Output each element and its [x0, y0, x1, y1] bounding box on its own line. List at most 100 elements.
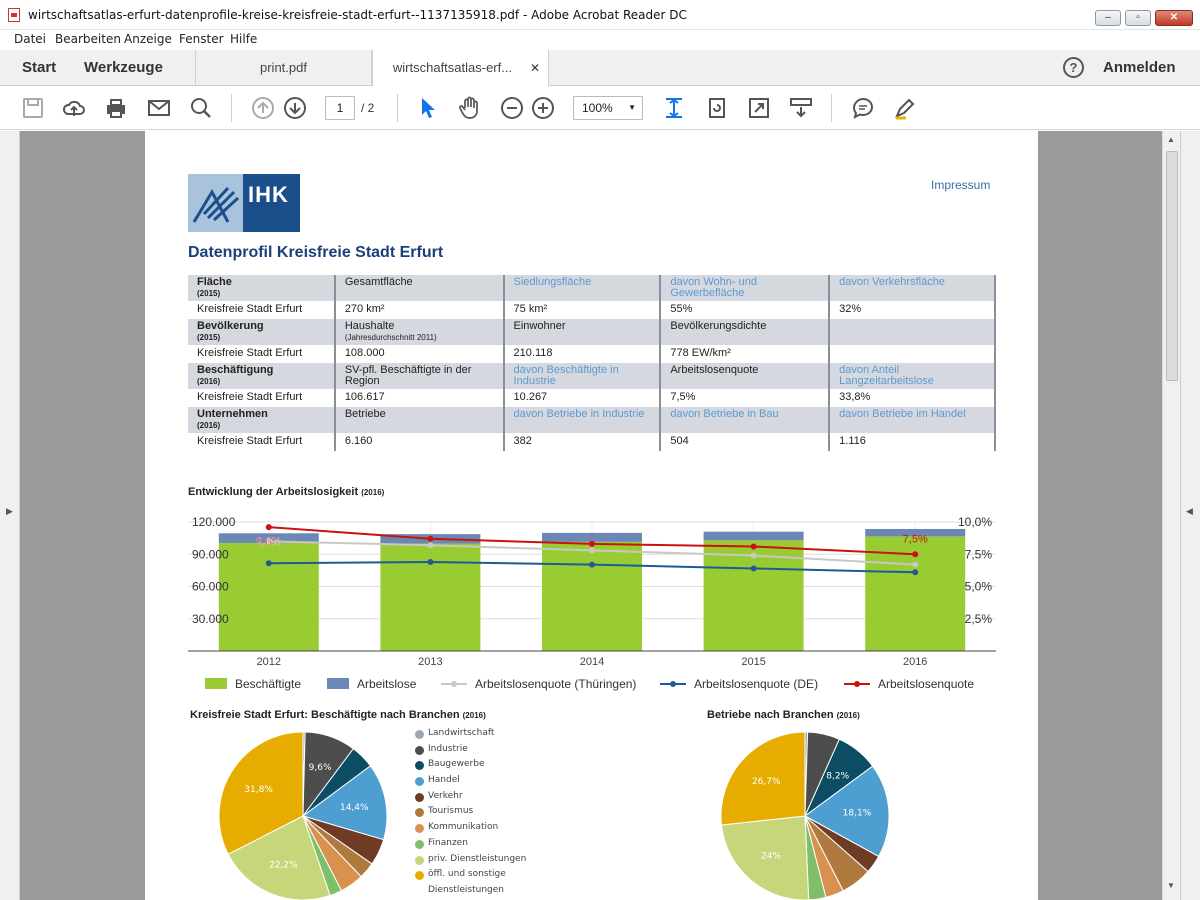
menu-datei[interactable]: Datei — [14, 32, 46, 46]
rotate-page-icon[interactable] — [705, 96, 729, 120]
table-cell: 6.160 — [334, 433, 505, 451]
legend-item: Kommunikation — [415, 822, 526, 838]
table-cell: 108.000 — [334, 345, 505, 363]
tab-print-pdf[interactable]: print.pdf — [195, 50, 372, 86]
series-point — [589, 540, 595, 547]
scroll-down-icon[interactable]: ▼ — [1167, 881, 1175, 890]
table-cell: 7,5% — [660, 389, 831, 407]
table-cell: Kreisfreie Stadt Erfurt — [188, 389, 336, 407]
table-header-row: Unternehmen (2016) Betriebe davon Betriebe … — [188, 407, 996, 433]
header-sublabel: (2016) — [197, 421, 221, 430]
bar-arbeitslose — [703, 531, 804, 541]
minimize-button[interactable]: – — [1095, 10, 1121, 26]
scroll-thumb[interactable] — [1166, 151, 1178, 381]
comment-icon[interactable] — [851, 96, 875, 120]
table-cell: 106.617 — [334, 389, 505, 407]
menu-hilfe[interactable]: Hilfe — [230, 32, 257, 46]
highlight-pen-icon[interactable] — [893, 96, 917, 120]
tab-start[interactable]: Start — [22, 59, 56, 76]
tab-wirtschaftsatlas[interactable]: wirtschaftsatlas-erf... ✕ — [372, 50, 549, 87]
header-label: davon Verkehrsfläche — [839, 276, 945, 288]
header-sublabel: (2015) — [197, 333, 221, 342]
legend-item: priv. Dienstleistungen — [415, 854, 526, 870]
zoom-in-icon[interactable] — [531, 96, 555, 120]
legend-label: priv. Dienstleistungen — [428, 853, 527, 864]
table-header-cell: davon Beschäftigte in Industrie — [503, 363, 662, 389]
fullscreen-icon[interactable] — [747, 96, 771, 120]
vertical-scrollbar[interactable]: ▲ ▼ — [1162, 131, 1180, 900]
series-point — [750, 552, 757, 559]
series-point — [427, 542, 434, 549]
legend-label: Kommunikation — [428, 822, 499, 833]
table-header-cell: davon Wohn- und Gewerbefläche — [660, 275, 831, 301]
table-header-cell: Betriebe — [334, 407, 505, 433]
search-icon[interactable] — [189, 96, 213, 120]
table-cell: Kreisfreie Stadt Erfurt — [188, 345, 336, 363]
unemployment-chart: 2012 2013 2014 2015 2016 30.000 60.000 90.000 12… — [188, 515, 996, 691]
legend-label: Verkehr — [428, 790, 463, 801]
menu-anzeige[interactable]: Anzeige — [124, 32, 172, 46]
zoom-out-icon[interactable] — [500, 96, 524, 120]
series-point — [912, 551, 919, 558]
table-cell: 210.118 — [503, 345, 662, 363]
header-label: Haushalte — [344, 320, 395, 332]
tab-werkzeuge[interactable]: Werkzeuge — [84, 59, 163, 76]
y2-tick-label: 5,0% — [965, 580, 993, 594]
next-page-icon[interactable] — [283, 96, 307, 120]
header-label: davon Betriebe in Bau — [670, 408, 779, 420]
select-cursor-icon[interactable] — [416, 96, 440, 120]
series-point — [750, 565, 757, 572]
read-mode-icon[interactable] — [789, 96, 813, 120]
menu-fenster[interactable]: Fenster — [179, 32, 224, 46]
help-icon[interactable]: ? — [1063, 57, 1084, 78]
data-label: 9,6% — [256, 536, 281, 548]
chart2-year: (2016) — [462, 711, 486, 720]
tab-label: wirtschaftsatlas-erf... — [392, 60, 513, 75]
page-fit-icon[interactable] — [662, 96, 686, 120]
table-cell: Kreisfreie Stadt Erfurt — [188, 301, 336, 319]
toolbar-divider — [231, 94, 232, 122]
header-label: Arbeitslosenquote — [670, 364, 759, 376]
chart1-year: (2016) — [361, 488, 385, 497]
prev-page-icon[interactable] — [251, 96, 275, 120]
upload-cloud-icon[interactable] — [62, 96, 86, 120]
legend-swatch — [205, 678, 227, 689]
left-panel-toggle[interactable]: ▶ — [0, 131, 20, 900]
table-header-cell: davon Anteil Langzeitarbeitslose — [829, 363, 996, 389]
table-header-cell: davon Betriebe in Industrie — [503, 407, 662, 433]
right-panel-toggle[interactable]: ◀ — [1180, 131, 1200, 900]
slice-label: 24% — [761, 851, 781, 861]
x-tick-label: 2016 — [903, 656, 927, 668]
chart2-title-text: Kreisfreie Stadt Erfurt: Beschäftigte na… — [190, 709, 460, 721]
table-header-cell: Einwohner — [503, 319, 662, 345]
close-tab-icon[interactable]: ✕ — [530, 50, 540, 86]
menu-bearbeiten[interactable]: Bearbeiten — [55, 32, 121, 46]
legend-label: Industrie — [428, 743, 468, 754]
ihk-logo: IHK — [188, 174, 300, 232]
restore-button[interactable]: ▫ — [1125, 10, 1151, 26]
hand-tool-icon[interactable] — [458, 96, 482, 120]
scroll-up-icon[interactable]: ▲ — [1167, 135, 1175, 144]
table-cell — [829, 345, 996, 363]
header-label: SV-pfl. Beschäftigte in der Region — [344, 364, 472, 387]
legend-item: Baugewerbe — [415, 759, 526, 775]
legend-item: Landwirtschaft — [415, 728, 526, 744]
bar-beschaeftigte — [542, 541, 642, 651]
table-cell: 382 — [503, 433, 662, 451]
impressum-link[interactable]: Impressum — [931, 178, 990, 192]
email-icon[interactable] — [147, 96, 171, 120]
sign-in-button[interactable]: Anmelden — [1103, 59, 1176, 76]
table-header-cell: Bevölkerung (2015) — [188, 319, 336, 345]
legend-item: öffl. und sonstige — [415, 869, 526, 885]
legend-swatch — [670, 681, 676, 687]
print-icon[interactable] — [104, 96, 128, 120]
slice-label: 26,7% — [752, 777, 781, 787]
page-number-input[interactable]: 1 — [325, 96, 355, 120]
zoom-select[interactable]: 100% ▼ — [573, 96, 643, 120]
series-point — [589, 547, 595, 554]
tab-bar: Start Werkzeuge print.pdf wirtschaftsatl… — [0, 50, 1200, 87]
legend-label: Tourismus — [428, 806, 474, 817]
close-window-button[interactable]: ✕ — [1155, 10, 1193, 26]
save-icon[interactable] — [21, 96, 45, 120]
table-cell: 10.267 — [503, 389, 662, 407]
